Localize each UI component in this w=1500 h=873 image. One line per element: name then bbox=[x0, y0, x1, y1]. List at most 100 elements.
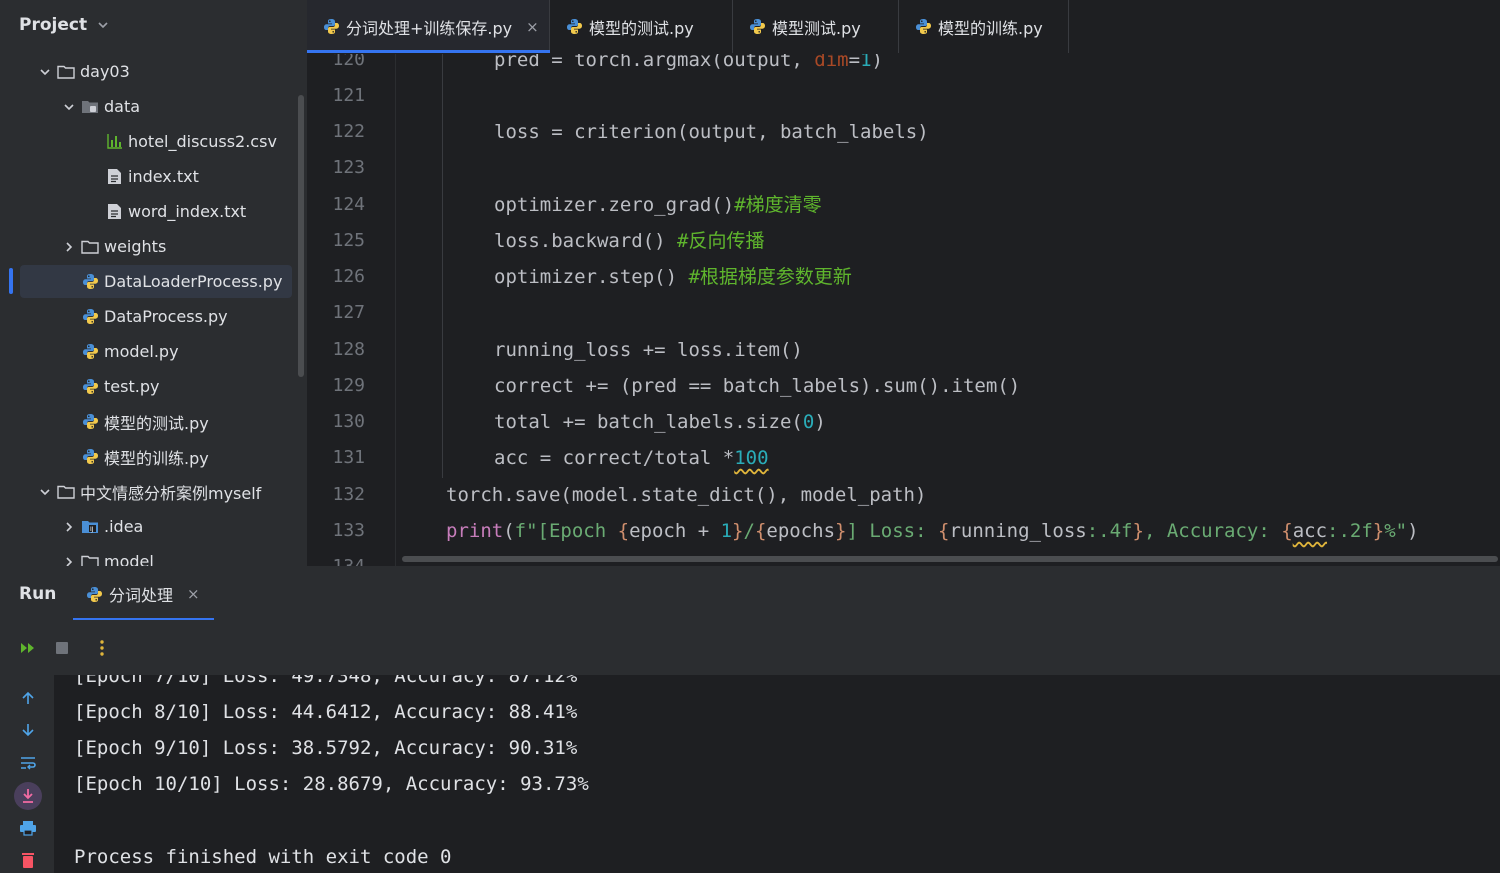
code-line: 122 loss = criterion(output, batch_labels… bbox=[307, 114, 1500, 150]
console-line: [Epoch 7/10] Loss: 49.7348, Accuracy: 87… bbox=[74, 675, 578, 687]
soft-wrap-icon[interactable] bbox=[16, 751, 40, 775]
rerun-icon[interactable] bbox=[16, 636, 40, 660]
editor-tab[interactable]: 模型测试.py bbox=[733, 0, 899, 53]
code-token: 1 bbox=[860, 54, 872, 71]
line-number: 121 bbox=[332, 85, 365, 106]
tree-item[interactable]: day03 bbox=[37, 55, 130, 88]
line-number: 134 bbox=[307, 549, 365, 566]
folder-icon bbox=[57, 63, 75, 81]
editor-tab[interactable]: 模型的训练.py bbox=[899, 0, 1069, 53]
run-panel-title: Run bbox=[19, 584, 57, 604]
tree-item[interactable]: index.txt bbox=[105, 160, 199, 193]
project-tool-window: Project day03 data hotel_discuss2.csvindex… bbox=[0, 0, 307, 566]
tree-item[interactable]: word_index.txt bbox=[105, 195, 246, 228]
code-text: running_loss += loss.item() bbox=[494, 332, 803, 368]
print-icon[interactable] bbox=[16, 816, 40, 840]
tree-item[interactable]: hotel_discuss2.csv bbox=[105, 125, 277, 158]
chevron-down-icon[interactable] bbox=[37, 484, 53, 500]
tree-item-label: word_index.txt bbox=[128, 202, 247, 221]
code-token: loss.backward() bbox=[494, 230, 678, 252]
line-number: 130 bbox=[332, 411, 365, 432]
close-tab-icon[interactable]: × bbox=[526, 18, 539, 36]
editor-tab[interactable]: 模型的测试.py bbox=[550, 0, 733, 53]
tree-item[interactable]: IJ .idea bbox=[61, 510, 143, 543]
scroll-to-end-icon[interactable] bbox=[14, 782, 42, 810]
close-tab-icon[interactable]: × bbox=[187, 585, 200, 603]
code-token: f"[Epoch bbox=[514, 520, 618, 542]
code-token: :.4f bbox=[1086, 520, 1133, 542]
line-number: 122 bbox=[332, 121, 365, 142]
python-file-icon bbox=[566, 18, 583, 35]
line-number: 123 bbox=[332, 157, 365, 178]
code-token: pred = torch.argmax(output, bbox=[494, 54, 815, 71]
code-text: loss = criterion(output, batch_labels) bbox=[494, 114, 929, 150]
tree-item-label: 模型的测试.py bbox=[104, 413, 209, 433]
code-token: 100 bbox=[734, 447, 769, 469]
code-text: acc = correct/total *100 bbox=[494, 440, 769, 476]
code-token: } bbox=[1372, 520, 1385, 542]
editor-tab-bar: 分词处理+训练保存.py × 模型的测试.py 模型测试.py 模型的训练.py bbox=[307, 0, 1500, 55]
code-token: } bbox=[835, 520, 847, 542]
more-options-icon[interactable] bbox=[90, 636, 114, 660]
code-token: epoch + bbox=[629, 520, 721, 542]
code-token: ) bbox=[814, 411, 826, 433]
chevron-right-icon[interactable] bbox=[61, 519, 77, 535]
chevron-down-icon bbox=[98, 22, 108, 29]
tree-item[interactable]: test.py bbox=[81, 370, 159, 403]
scroll-down-icon[interactable] bbox=[16, 718, 40, 742]
console-line: Process finished with exit code 0 bbox=[74, 846, 452, 868]
line-number: 125 bbox=[332, 230, 365, 251]
code-token: { bbox=[617, 520, 630, 542]
run-side-toolbar bbox=[0, 676, 54, 873]
tree-item[interactable]: 模型的测试.py bbox=[81, 405, 209, 438]
stop-icon[interactable] bbox=[50, 636, 74, 660]
tree-item[interactable]: model.py bbox=[81, 335, 179, 368]
python-file-icon bbox=[81, 448, 99, 466]
code-token: acc = correct/total * bbox=[494, 447, 735, 469]
code-token: ] Loss: bbox=[846, 520, 938, 542]
line-number: 126 bbox=[332, 266, 365, 287]
code-line: 120 pred = torch.argmax(output, dim=1) bbox=[307, 54, 1500, 78]
code-token: optimizer.step() bbox=[494, 266, 689, 288]
tree-item[interactable]: weights bbox=[61, 230, 166, 263]
code-text: pred = torch.argmax(output, dim=1) bbox=[494, 54, 883, 78]
code-token: 1 bbox=[720, 520, 733, 542]
code-token: , Accuracy: bbox=[1143, 520, 1282, 542]
tree-item[interactable]: data bbox=[61, 90, 140, 123]
code-line: 131 acc = correct/total *100 bbox=[307, 440, 1500, 476]
code-line: 126 optimizer.step() #根据梯度参数更新 bbox=[307, 259, 1500, 295]
code-token: } bbox=[1132, 520, 1144, 542]
code-token: #梯度清零 bbox=[734, 194, 822, 216]
run-tab-label: 分词处理 bbox=[109, 586, 174, 605]
tree-item[interactable]: model bbox=[61, 545, 154, 566]
trash-icon[interactable] bbox=[16, 848, 40, 872]
project-view-selector[interactable]: Project bbox=[19, 15, 111, 35]
text-file-icon bbox=[105, 203, 123, 221]
console-output[interactable]: [Epoch 7/10] Loss: 49.7348, Accuracy: 87… bbox=[54, 675, 1500, 873]
tree-item-label: 模型的训练.py bbox=[104, 448, 209, 468]
tree-item[interactable]: 中文情感分析案例myself bbox=[37, 475, 261, 508]
code-line: 129 correct += (pred == batch_labels).sum… bbox=[307, 368, 1500, 404]
tree-item[interactable]: DataProcess.py bbox=[81, 300, 228, 333]
editor-tab[interactable]: 分词处理+训练保存.py × bbox=[307, 0, 550, 53]
scroll-up-icon[interactable] bbox=[16, 686, 40, 710]
tree-item[interactable]: DataLoaderProcess.py bbox=[20, 265, 292, 298]
run-config-tab[interactable]: 分词处理 × bbox=[86, 582, 200, 606]
code-token: acc bbox=[1292, 520, 1328, 542]
tree-item-label: index.txt bbox=[128, 167, 199, 186]
code-line: 130 total += batch_labels.size(0) bbox=[307, 404, 1500, 440]
chevron-right-icon[interactable] bbox=[61, 554, 77, 566]
python-file-icon bbox=[81, 273, 99, 291]
code-editor[interactable]: 120 pred = torch.argmax(output, dim=1) 121… bbox=[307, 54, 1500, 566]
tree-item-label: data bbox=[104, 97, 141, 116]
python-file-icon bbox=[323, 18, 340, 35]
tree-scrollbar[interactable] bbox=[298, 95, 304, 377]
tree-item[interactable]: 模型的训练.py bbox=[81, 440, 209, 473]
code-text: torch.save(model.state_dict(), model_pat… bbox=[446, 477, 926, 513]
tree-item-label: test.py bbox=[104, 377, 160, 396]
chevron-down-icon[interactable] bbox=[61, 99, 77, 115]
tree-item-label: weights bbox=[104, 237, 167, 256]
editor-horizontal-scrollbar[interactable] bbox=[402, 556, 1498, 562]
chevron-down-icon[interactable] bbox=[37, 64, 53, 80]
chevron-right-icon[interactable] bbox=[61, 239, 77, 255]
